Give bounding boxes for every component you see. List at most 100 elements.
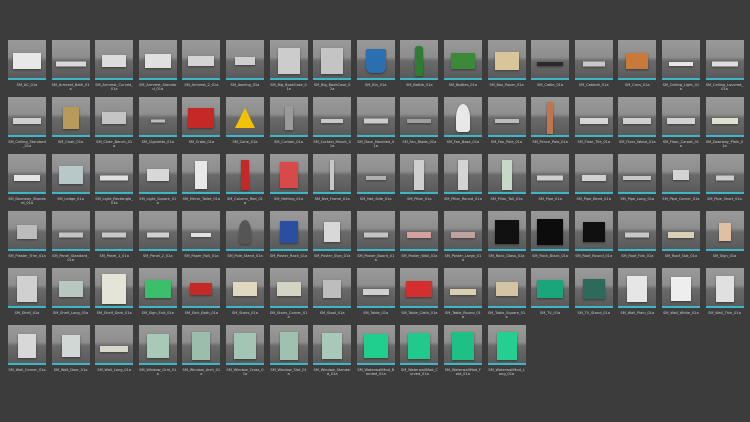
asset-thumbnail[interactable] [225, 154, 264, 194]
asset-tile[interactable]: SM_Roof_Slat_01a [661, 211, 700, 268]
asset-thumbnail[interactable] [138, 40, 177, 80]
asset-thumbnail[interactable] [531, 97, 570, 137]
asset-tile[interactable]: SM_Fan_Blade_01a [400, 97, 439, 154]
asset-thumbnail[interactable] [182, 325, 221, 365]
asset-thumbnail[interactable] [487, 40, 526, 80]
asset-thumbnail[interactable] [618, 268, 657, 308]
asset-tile[interactable]: SM_Sink_Bath_01a [182, 268, 221, 325]
asset-thumbnail[interactable] [443, 268, 482, 308]
asset-thumbnail[interactable] [313, 97, 352, 137]
asset-thumbnail[interactable] [8, 268, 46, 308]
asset-tile[interactable]: SM_Floor_Tile_01a [574, 97, 613, 154]
asset-thumbnail[interactable] [356, 97, 395, 137]
asset-thumbnail[interactable] [574, 268, 613, 308]
asset-thumbnail[interactable] [51, 268, 90, 308]
asset-tile[interactable]: SM_Mirror_Toilet_01a [182, 154, 221, 211]
asset-thumbnail[interactable] [356, 325, 395, 365]
asset-thumbnail[interactable] [225, 325, 264, 365]
asset-tile[interactable]: SM_Floor_Carpet_01a [661, 97, 700, 154]
asset-thumbnail[interactable] [269, 97, 308, 137]
asset-tile[interactable]: SM_Wall_White_01a [661, 268, 700, 325]
asset-tile[interactable]: SM_Roof_Round_01a [574, 211, 613, 268]
asset-tile[interactable]: SM_WaterwallMod_Curved_01a [400, 325, 439, 382]
asset-tile[interactable]: SM_Stool_01a [313, 268, 352, 325]
asset-tile[interactable]: SM_Pipe_Long_01a [618, 154, 657, 211]
asset-tile[interactable]: SM_Fan_Pole_01a [487, 97, 526, 154]
asset-thumbnail[interactable] [618, 154, 657, 194]
asset-tile[interactable]: SM_Table_Cloth_01a [400, 268, 439, 325]
asset-tile[interactable]: SM_Shelf_01a [8, 268, 46, 325]
asset-tile[interactable]: SM_Sign_01a [705, 211, 744, 268]
asset-thumbnail[interactable] [705, 97, 744, 137]
asset-tile[interactable]: SM_Armrest_2_01a [182, 40, 221, 97]
asset-thumbnail[interactable] [313, 211, 352, 251]
asset-tile[interactable]: SM_Pillar_Round_01a [443, 154, 482, 211]
asset-thumbnail[interactable] [487, 268, 526, 308]
asset-tile[interactable]: SM_Ledge_01a [51, 154, 90, 211]
asset-tile[interactable]: SM_Poster_Wall_01a [400, 211, 439, 268]
asset-tile[interactable]: SM_Bottle_01a [400, 40, 439, 97]
asset-tile[interactable]: SM_Pipe_Corner_01a [661, 154, 700, 211]
asset-tile[interactable]: SM_Light_Rectangle_01a [95, 154, 134, 211]
asset-thumbnail[interactable] [574, 211, 613, 251]
asset-tile[interactable]: SM_Poster_Large_01a [443, 211, 482, 268]
asset-tile[interactable]: SM_Table_Square_01a [487, 268, 526, 325]
asset-thumbnail[interactable] [182, 40, 221, 80]
asset-thumbnail[interactable] [95, 97, 134, 137]
asset-tile[interactable]: SM_Bin_01a [356, 40, 395, 97]
asset-tile[interactable]: SM_Armrest_Standard_01a [138, 40, 177, 97]
asset-thumbnail[interactable] [531, 40, 570, 80]
asset-thumbnail[interactable] [531, 211, 570, 251]
asset-tile[interactable]: SM_Table_Round_01a [443, 268, 482, 325]
asset-tile[interactable]: SM_Ceiling_Standard_01a [8, 97, 46, 154]
asset-tile[interactable]: SM_Armrest_Bath_01a [51, 40, 90, 97]
asset-thumbnail[interactable] [182, 154, 221, 194]
asset-tile[interactable]: SM_Doorway_Standard_01a [8, 154, 46, 211]
asset-tile[interactable]: SM_Window_Arch_01a [182, 325, 221, 382]
asset-tile[interactable]: SM_Pipe_01a [531, 154, 570, 211]
asset-tile[interactable]: SM_Net_Frame_01a [313, 154, 352, 211]
asset-tile[interactable]: SM_Cans_01a [618, 40, 657, 97]
asset-thumbnail[interactable] [443, 40, 482, 80]
asset-tile[interactable]: SM_Panel_2_01a [138, 211, 177, 268]
asset-thumbnail[interactable] [51, 211, 90, 251]
asset-thumbnail[interactable] [51, 40, 90, 80]
asset-tile[interactable]: SM_Panel_1_01a [95, 211, 134, 268]
asset-tile[interactable]: SM_Cigarette_01a [138, 97, 177, 154]
asset-tile[interactable]: SM_Floor_Wood_01a [618, 97, 657, 154]
asset-tile[interactable]: SM_Wall_Door_01a [51, 325, 90, 382]
asset-thumbnail[interactable] [705, 154, 744, 194]
asset-tile[interactable]: SM_Wall_Plain_01a [618, 268, 657, 325]
asset-tile[interactable]: SM_Stairs_Corner_01a [269, 268, 308, 325]
asset-thumbnail[interactable] [138, 211, 177, 251]
asset-tile[interactable]: SM_Poster_Sign_01a [313, 211, 352, 268]
asset-tile[interactable]: SM_Window_Grid_01a [138, 325, 177, 382]
asset-thumbnail[interactable] [661, 211, 700, 251]
asset-thumbnail[interactable] [225, 97, 264, 137]
asset-tile[interactable]: SM_Panel_Standard_01a [51, 211, 90, 268]
asset-tile[interactable]: SM_Stairs_01a [225, 268, 264, 325]
asset-thumbnail[interactable] [531, 268, 570, 308]
asset-tile[interactable]: SM_Shelf_Dark_01a [95, 268, 134, 325]
asset-tile[interactable]: SM_Window_Cross_01a [225, 325, 264, 382]
asset-thumbnail[interactable] [8, 325, 46, 365]
asset-thumbnail[interactable] [51, 97, 90, 137]
asset-tile[interactable]: SM_Crate_01a [182, 97, 221, 154]
asset-tile[interactable]: SM_Chair_Bench_01a [95, 97, 134, 154]
asset-thumbnail[interactable] [356, 40, 395, 80]
asset-thumbnail[interactable] [487, 97, 526, 137]
asset-thumbnail[interactable] [443, 97, 482, 137]
asset-thumbnail[interactable] [618, 97, 657, 137]
asset-thumbnail[interactable] [95, 211, 134, 251]
asset-tile[interactable]: SM_Wall_Long_01a [95, 325, 134, 382]
asset-tile[interactable]: SM_Shelf_Long_01a [51, 268, 90, 325]
asset-thumbnail[interactable] [51, 325, 90, 365]
asset-thumbnail[interactable] [618, 40, 657, 80]
asset-tile[interactable]: SM_Pillar_01a [400, 154, 439, 211]
asset-thumbnail[interactable] [400, 97, 439, 137]
asset-thumbnail[interactable] [574, 97, 613, 137]
asset-tile[interactable]: SM_Pipe_Short_01a [705, 154, 744, 211]
asset-thumbnail[interactable] [400, 154, 439, 194]
asset-thumbnail[interactable] [661, 40, 700, 80]
asset-tile[interactable]: SM_AC_01a [8, 40, 46, 97]
